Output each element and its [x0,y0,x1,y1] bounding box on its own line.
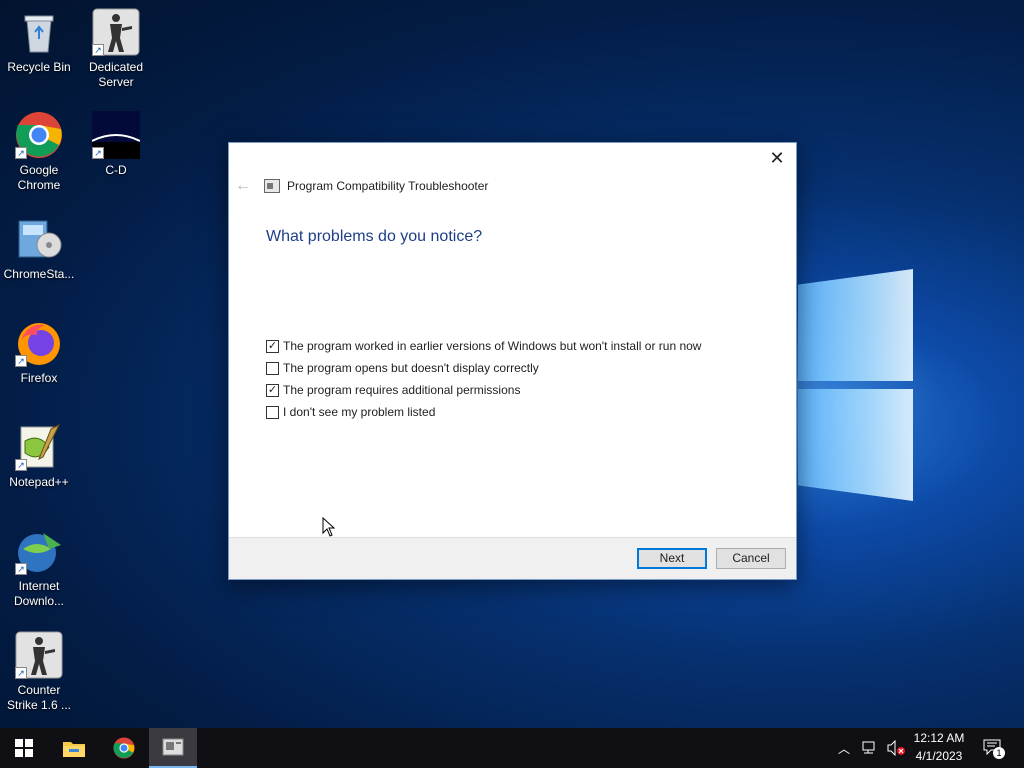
option-earlier-versions[interactable]: ✓ The program worked in earlier versions… [266,335,701,357]
start-button[interactable] [0,728,48,768]
checkbox-icon[interactable] [266,361,279,375]
desktop-icon-recycle-bin[interactable]: Recycle Bin [0,8,78,75]
desktop-icon-label-line2: Strike 1.6 ... [6,698,72,712]
internet-download-manager-icon: ↗ [15,527,63,575]
installer-icon [15,215,63,263]
taskbar: ︿ 12:12 AM 4/1/2023 1 [0,728,1024,768]
taskbar-troubleshooter[interactable] [149,728,197,768]
shortcut-arrow-icon: ↗ [15,355,27,367]
desktop-icon-notepad-plus-plus[interactable]: ↗ Notepad++ [0,423,78,490]
desktop-icon-label: Counter [17,683,61,697]
checkbox-icon[interactable]: ✓ [266,339,279,353]
desktop-icon-c-d[interactable]: ↗ C-D [77,111,155,178]
volume-muted-icon[interactable] [886,740,906,756]
windows-logo-icon [15,739,33,757]
troubleshooter-icon [162,738,184,756]
dialog-title-row: Program Compatibility Troubleshooter [264,179,488,193]
dialog-title: Program Compatibility Troubleshooter [287,179,489,193]
firefox-icon: ↗ [15,319,63,367]
folder-icon [63,742,85,757]
checkbox-icon[interactable] [266,405,279,419]
desktop-icon-label: Firefox [20,371,58,385]
next-button[interactable]: Next [637,548,707,569]
notification-count-badge: 1 [993,747,1005,759]
option-not-listed[interactable]: I don't see my problem listed [266,401,701,423]
dialog-heading: What problems do you notice? [266,228,483,245]
desktop-icon-label-line2: Downlo... [13,594,65,608]
chrome-icon [113,737,135,759]
desktop-icon-label-line2: Server [98,75,134,89]
desktop-icon-counter-strike[interactable]: ↗ Counter Strike 1.6 ... [0,631,78,713]
desktop-icon-internet-download-manager[interactable]: ↗ Internet Downlo... [0,527,78,609]
recycle-bin-icon [15,8,63,56]
option-label: I don't see my problem listed [283,405,436,419]
checkbox-icon[interactable]: ✓ [266,383,279,397]
counter-strike-icon: ↗ [92,8,140,56]
shortcut-arrow-icon: ↗ [92,44,104,56]
desktop-icon-dedicated-server[interactable]: ↗ Dedicated Server [77,8,155,90]
dialog-footer: Next Cancel [229,537,796,579]
problem-options: ✓ The program worked in earlier versions… [266,335,701,423]
desktop-icon-label: Dedicated [88,60,144,74]
option-label: The program opens but doesn't display co… [283,361,539,375]
desktop-icon-label: Internet [18,579,60,593]
clock-time[interactable]: 12:12 AM [906,731,972,745]
desktop-icon-chromesta[interactable]: ChromeSta... [0,215,78,282]
desktop-icon-label: Google [19,163,59,177]
taskbar-file-explorer[interactable] [50,728,98,768]
mouse-cursor-icon [322,517,336,537]
desktop-icon-google-chrome[interactable]: ↗ Google Chrome [0,111,78,193]
chrome-icon: ↗ [15,111,63,159]
show-hidden-icons-chevron-icon[interactable]: ︿ [838,740,850,757]
cancel-button[interactable]: Cancel [716,548,786,569]
close-button[interactable]: ✕ [764,147,790,169]
troubleshooter-icon [264,179,280,193]
desktop-icon-label: Recycle Bin [7,60,71,74]
desktop-icon-firefox[interactable]: ↗ Firefox [0,319,78,386]
desktop-icon-label-line2: Chrome [17,178,61,192]
c-d-icon: ↗ [91,111,141,159]
desktop-icon-label: ChromeSta... [3,267,75,281]
option-label: The program requires additional permissi… [283,383,521,397]
shortcut-arrow-icon: ↗ [15,667,27,679]
desktop-icon-label: C-D [105,163,127,177]
troubleshooter-dialog: ✕ ← Program Compatibility Troubleshooter… [228,142,797,580]
desktop-icon-label: Notepad++ [9,475,69,489]
option-label: The program worked in earlier versions o… [283,339,702,353]
option-additional-permissions[interactable]: ✓ The program requires additional permis… [266,379,701,401]
shortcut-arrow-icon: ↗ [15,563,27,575]
windows-wallpaper-logo [790,255,920,515]
shortcut-arrow-icon: ↗ [92,147,104,159]
clock-date[interactable]: 4/1/2023 [906,749,972,763]
shortcut-arrow-icon: ↗ [15,459,27,471]
notepad-plus-plus-icon: ↗ [15,423,63,471]
counter-strike-icon: ↗ [15,631,63,679]
network-icon[interactable] [862,741,878,755]
action-center-button[interactable]: 1 [983,739,1005,759]
shortcut-arrow-icon: ↗ [15,147,27,159]
taskbar-chrome[interactable] [100,728,148,768]
option-display-issue[interactable]: The program opens but doesn't display co… [266,357,701,379]
back-arrow-icon[interactable]: ← [235,177,251,195]
